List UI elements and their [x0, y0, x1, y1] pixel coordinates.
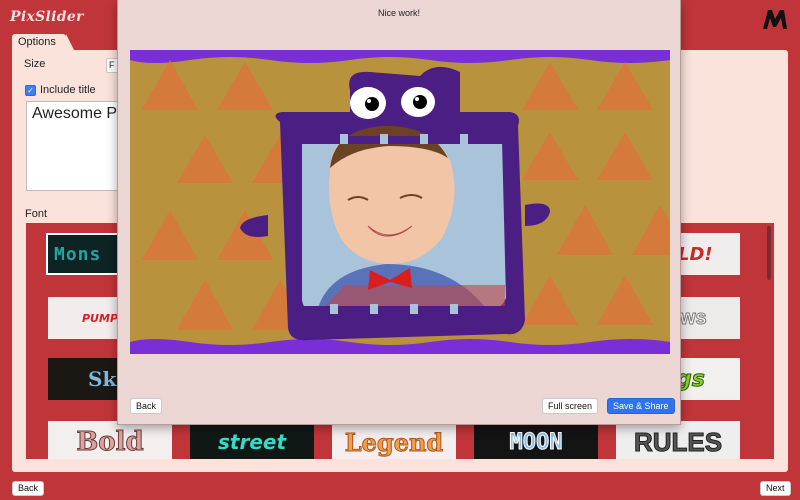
- font-tile-label: RULES: [633, 426, 723, 457]
- font-tile-label: Mons: [54, 243, 102, 265]
- include-title-checkbox[interactable]: ✓: [25, 84, 36, 96]
- font-tile-bold[interactable]: Bold: [48, 421, 172, 459]
- dialog-back-button[interactable]: Back: [130, 398, 163, 414]
- font-tile-label: Sk: [88, 367, 117, 391]
- include-title-label: Include title: [40, 84, 96, 96]
- full-screen-button[interactable]: Full screen: [542, 398, 599, 414]
- tab-options[interactable]: Options: [12, 34, 74, 50]
- font-tile-label: PUMP: [82, 311, 119, 325]
- font-tile-legend[interactable]: Legend: [332, 421, 456, 459]
- app-logo: PixSlider: [10, 9, 84, 25]
- next-button[interactable]: Next: [760, 481, 791, 496]
- slideshow-preview: [130, 50, 670, 354]
- preview-dialog: Nice work! Back Full screen Save & Share: [117, 0, 681, 425]
- include-title-row[interactable]: ✓ Include title: [25, 84, 96, 96]
- save-share-button[interactable]: Save & Share: [607, 398, 675, 414]
- size-label: Size: [24, 58, 46, 70]
- font-tile-label: street: [217, 430, 287, 454]
- font-tile-rules[interactable]: RULES: [616, 421, 740, 459]
- font-tile-street[interactable]: street: [190, 421, 314, 459]
- preview-image: [130, 50, 670, 354]
- dialog-title: Nice work!: [377, 8, 420, 18]
- title-text-field[interactable]: Awesome P: [26, 101, 122, 191]
- font-tile-label: MOON: [509, 429, 563, 455]
- back-button[interactable]: Back: [12, 481, 45, 496]
- font-tile-moon[interactable]: MOON: [474, 421, 598, 459]
- font-tile-label: Bold: [76, 427, 144, 458]
- font-tile-label: ws: [680, 306, 708, 329]
- font-list-scrollbar[interactable]: [767, 226, 771, 280]
- font-label: Font: [25, 208, 48, 220]
- font-tile-label: LD!: [678, 243, 713, 265]
- brand-m-icon: [763, 10, 787, 29]
- font-tile-label: Legend: [344, 427, 444, 457]
